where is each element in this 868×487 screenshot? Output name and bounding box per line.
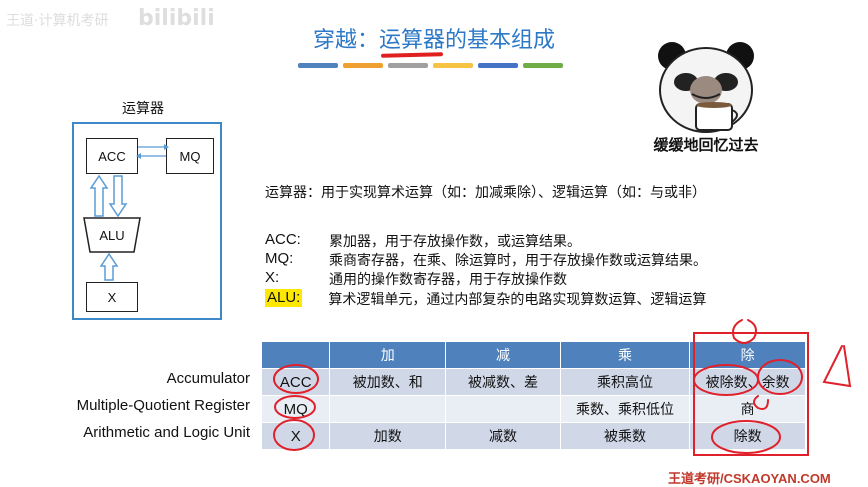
desc-key-x: X:	[265, 269, 280, 286]
table-cell: 被除数、余数	[689, 368, 806, 396]
title-color-segment	[433, 63, 473, 68]
desc-text-alu: 算术逻辑单元，通过内部复杂的电路实现算数运算、逻辑运算	[328, 292, 707, 308]
row-label-accumulator: Accumulator	[166, 370, 250, 387]
table-cell	[329, 395, 447, 423]
title-suffix: 的基本组成	[445, 28, 556, 53]
alu-intro-text: 运算器：用于实现算术运算（如：加减乘除）、逻辑运算（如：与或非）	[265, 185, 706, 201]
table-header-cell: 减	[445, 341, 561, 369]
table-row: MQ 乘数、乘积低位 商	[260, 395, 806, 423]
footer-brand: 王道考研/CSKAOYAN.COM	[668, 471, 831, 486]
title-color-segment	[478, 63, 518, 68]
table-row: X 加数 减数 被乘数 除数	[260, 422, 806, 450]
table-cell: 乘数、乘积低位	[559, 395, 691, 423]
title-prefix: 穿越：	[312, 28, 379, 53]
table-cell: 加数	[329, 422, 447, 450]
alu-block-label: ALU	[99, 228, 124, 243]
table-cell: 被减数、差	[445, 368, 561, 396]
diagram-connectors: ALU	[83, 144, 169, 281]
desc-key-alu: ALU:	[265, 289, 303, 307]
table-cell: MQ	[260, 395, 331, 423]
desc-text-mq: 乘商寄存器，在乘、除运算时，用于存放操作数或运算结果。	[329, 253, 707, 269]
table-row: ACC 被加数、和 被减数、差 乘积高位 被除数、余数	[260, 368, 806, 396]
desc-text-acc: 累加器，用于存放操作数，或运算结果。	[329, 234, 581, 250]
table-cell: 被乘数	[559, 422, 691, 450]
table-cell	[445, 395, 561, 423]
row-label-mq: Multiple-Quotient Register	[76, 397, 250, 414]
table-cell: ACC	[260, 368, 331, 396]
desc-row-mq: MQ: 乘商寄存器，在乘、除运算时，用于存放操作数或运算结果。	[265, 250, 707, 269]
desc-row-x: X: 通用的操作数寄存器，用于存放操作数	[265, 269, 567, 288]
title-color-segment	[298, 63, 338, 68]
diagram-title: 运算器	[122, 101, 164, 117]
row-label-alu: Arithmetic and Logic Unit	[83, 424, 250, 441]
table-cell: 除数	[689, 422, 806, 450]
table-header-cell: 加	[329, 341, 447, 369]
table-header-cell: 乘	[559, 341, 691, 369]
desc-text-x: 通用的操作数寄存器，用于存放操作数	[329, 272, 567, 288]
table-header-cell: 除	[689, 341, 806, 369]
title-color-segment	[388, 63, 428, 68]
table-cell: X	[260, 422, 331, 450]
desc-row-alu: ALU: 算术逻辑单元，通过内部复杂的电路实现算数运算、逻辑运算	[265, 289, 707, 308]
table-header-cell	[260, 341, 331, 369]
desc-key-mq: MQ:	[265, 250, 294, 267]
table-cell: 减数	[445, 422, 561, 450]
title-color-segment	[523, 63, 563, 68]
title-highlight: 运算器	[379, 22, 445, 54]
register-usage-table: 加 减 乘 除 ACC 被加数、和 被减数、差 乘积高位 被除数、余数 MQ 乘…	[260, 341, 806, 450]
desc-row-acc: ACC: 累加器，用于存放操作数，或运算结果。	[265, 231, 581, 250]
meme-caption: 缓缓地回忆过去	[653, 136, 759, 154]
title-color-segment	[343, 63, 383, 68]
table-cell: 商	[689, 395, 806, 423]
desc-key-acc: ACC:	[265, 231, 301, 248]
table-cell: 被加数、和	[329, 368, 447, 396]
table-cell: 乘积高位	[559, 368, 691, 396]
table-header-row: 加 减 乘 除	[260, 341, 806, 369]
